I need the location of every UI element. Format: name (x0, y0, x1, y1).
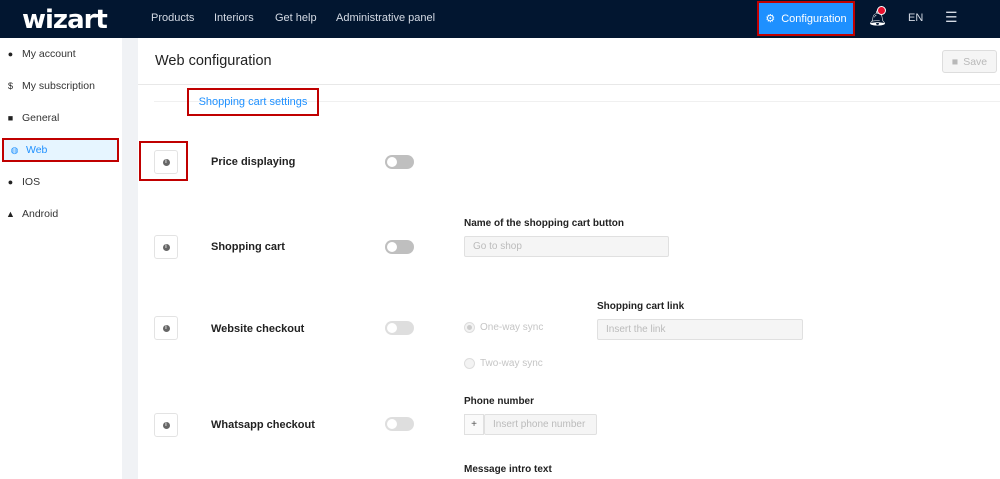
top-bar: wizart Products Interiors Get help Admin… (0, 0, 1000, 38)
globe-icon: ◍ (10, 144, 19, 155)
radio-label: Two-way sync (480, 358, 543, 369)
row-label: Price displaying (211, 156, 296, 168)
info-icon: i (162, 324, 170, 332)
one-way-sync-radio[interactable]: One-way sync (464, 322, 543, 333)
info-icon: i (162, 243, 170, 251)
row-label: Shopping cart (211, 241, 285, 253)
configuration-label: Configuration (781, 12, 847, 25)
info-icon: i (162, 421, 170, 429)
apple-icon: ● (7, 177, 14, 187)
sidebar-item-label: IOS (22, 176, 41, 188)
box-icon: ■ (7, 113, 14, 123)
nav-administrative-panel[interactable]: Administrative panel (336, 12, 435, 24)
info-button[interactable]: i (154, 150, 178, 174)
hamburger-menu-icon[interactable]: ☰ (945, 9, 958, 26)
cart-link-input[interactable]: Insert the link (597, 319, 803, 340)
phone-number-label: Phone number (464, 396, 535, 407)
message-intro-label: Message intro text (464, 464, 552, 475)
website-checkout-toggle[interactable] (385, 321, 414, 335)
price-displaying-toggle[interactable] (385, 155, 414, 169)
sidebar-item-label: My account (22, 48, 76, 60)
nav-get-help[interactable]: Get help (275, 12, 317, 24)
info-button[interactable]: i (154, 316, 178, 340)
configuration-button[interactable]: ⚙ Configuration (757, 1, 855, 36)
sidebar-item-ios[interactable]: ● IOS (0, 170, 122, 194)
save-button[interactable]: ■ Save (942, 50, 997, 73)
cart-button-name-input[interactable]: Go to shop (464, 236, 669, 257)
cart-button-name-label: Name of the shopping cart button (464, 218, 624, 229)
main-content: Web configuration ■ Save Shopping cart se… (138, 38, 1000, 479)
sidebar-item-label: Web (26, 144, 48, 156)
sidebar-item-android[interactable]: ▲ Android (0, 202, 122, 226)
phone-prefix: + (464, 414, 484, 435)
sidebar-divider (122, 38, 138, 479)
info-button[interactable]: i (154, 413, 178, 437)
row-label: Website checkout (211, 323, 305, 335)
row-label: Whatsapp checkout (211, 419, 315, 431)
cart-link-label: Shopping cart link (597, 301, 685, 312)
info-icon: i (162, 158, 170, 166)
dollar-icon: $ (7, 81, 13, 91)
sidebar-item-my-account[interactable]: ● My account (0, 42, 122, 66)
save-label: Save (963, 55, 988, 68)
notification-badge (877, 6, 886, 15)
radio-label: One-way sync (480, 322, 544, 333)
page-title: Web configuration (155, 53, 272, 69)
two-way-sync-radio[interactable]: Two-way sync (464, 358, 543, 369)
phone-number-input[interactable]: Insert phone number (484, 414, 597, 435)
language-selector[interactable]: EN (908, 12, 923, 24)
sidebar: ● My account $ My subscription ■ General ◍ W… (0, 38, 122, 479)
tab-shopping-cart-settings[interactable]: Shopping cart settings (187, 88, 319, 116)
sidebar-item-label: General (22, 112, 60, 124)
gear-icon: ⚙ (765, 13, 776, 25)
divider (138, 84, 1000, 85)
shopping-cart-toggle[interactable] (385, 240, 414, 254)
nav-products[interactable]: Products (151, 12, 194, 24)
android-icon: ▲ (6, 209, 15, 219)
sidebar-item-label: My subscription (22, 80, 95, 92)
floppy-icon: ■ (951, 55, 959, 68)
info-button[interactable]: i (154, 235, 178, 259)
logo[interactable]: wizart (22, 5, 108, 35)
whatsapp-checkout-toggle[interactable] (385, 417, 414, 431)
sidebar-item-web[interactable]: ◍ Web (2, 138, 119, 162)
sidebar-item-label: Android (22, 208, 59, 220)
user-icon: ● (7, 49, 14, 59)
sidebar-item-general[interactable]: ■ General (0, 106, 122, 130)
sidebar-item-my-subscription[interactable]: $ My subscription (0, 74, 122, 98)
nav-interiors[interactable]: Interiors (214, 12, 254, 24)
